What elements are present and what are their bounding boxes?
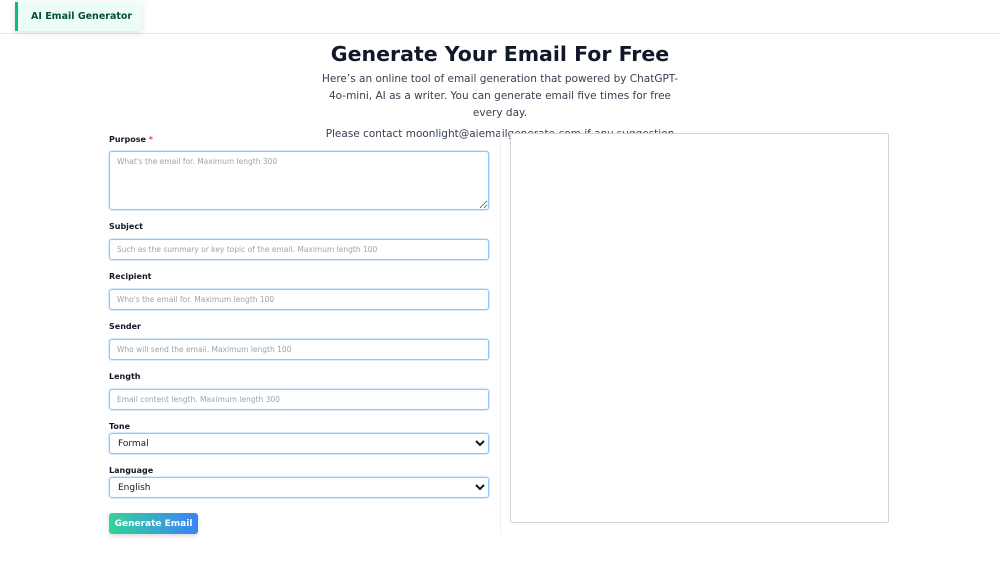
purpose-label-text: Purpose: [109, 135, 146, 144]
sender-label: Sender: [109, 322, 141, 331]
required-mark: *: [148, 135, 153, 144]
page-title: Generate Your Email For Free: [330, 42, 670, 66]
email-form: Purpose * Subject Recipient Sender Lengt…: [109, 134, 489, 498]
sender-input[interactable]: [109, 339, 489, 360]
tone-select[interactable]: Formal: [109, 433, 489, 454]
tone-label: Tone: [109, 422, 131, 431]
hero-section: Generate Your Email For Free Here’s an o…: [0, 40, 1000, 142]
column-divider: [500, 132, 501, 534]
generate-email-button[interactable]: Generate Email: [109, 513, 198, 534]
recipient-input[interactable]: [109, 289, 489, 310]
length-label: Length: [109, 372, 141, 381]
brand-link[interactable]: AI Email Generator: [15, 2, 143, 31]
purpose-label: Purpose *: [109, 134, 489, 146]
subject-input[interactable]: [109, 239, 489, 260]
language-select[interactable]: English: [109, 477, 489, 498]
recipient-label: Recipient: [109, 272, 152, 281]
page-description: Here’s an online tool of email generatio…: [321, 73, 679, 119]
subject-label: Subject: [109, 222, 143, 231]
output-panel[interactable]: [510, 133, 889, 523]
language-label: Language: [109, 466, 154, 475]
purpose-input[interactable]: [109, 151, 489, 210]
length-input[interactable]: [109, 389, 489, 410]
top-bar: AI Email Generator: [0, 0, 1000, 34]
